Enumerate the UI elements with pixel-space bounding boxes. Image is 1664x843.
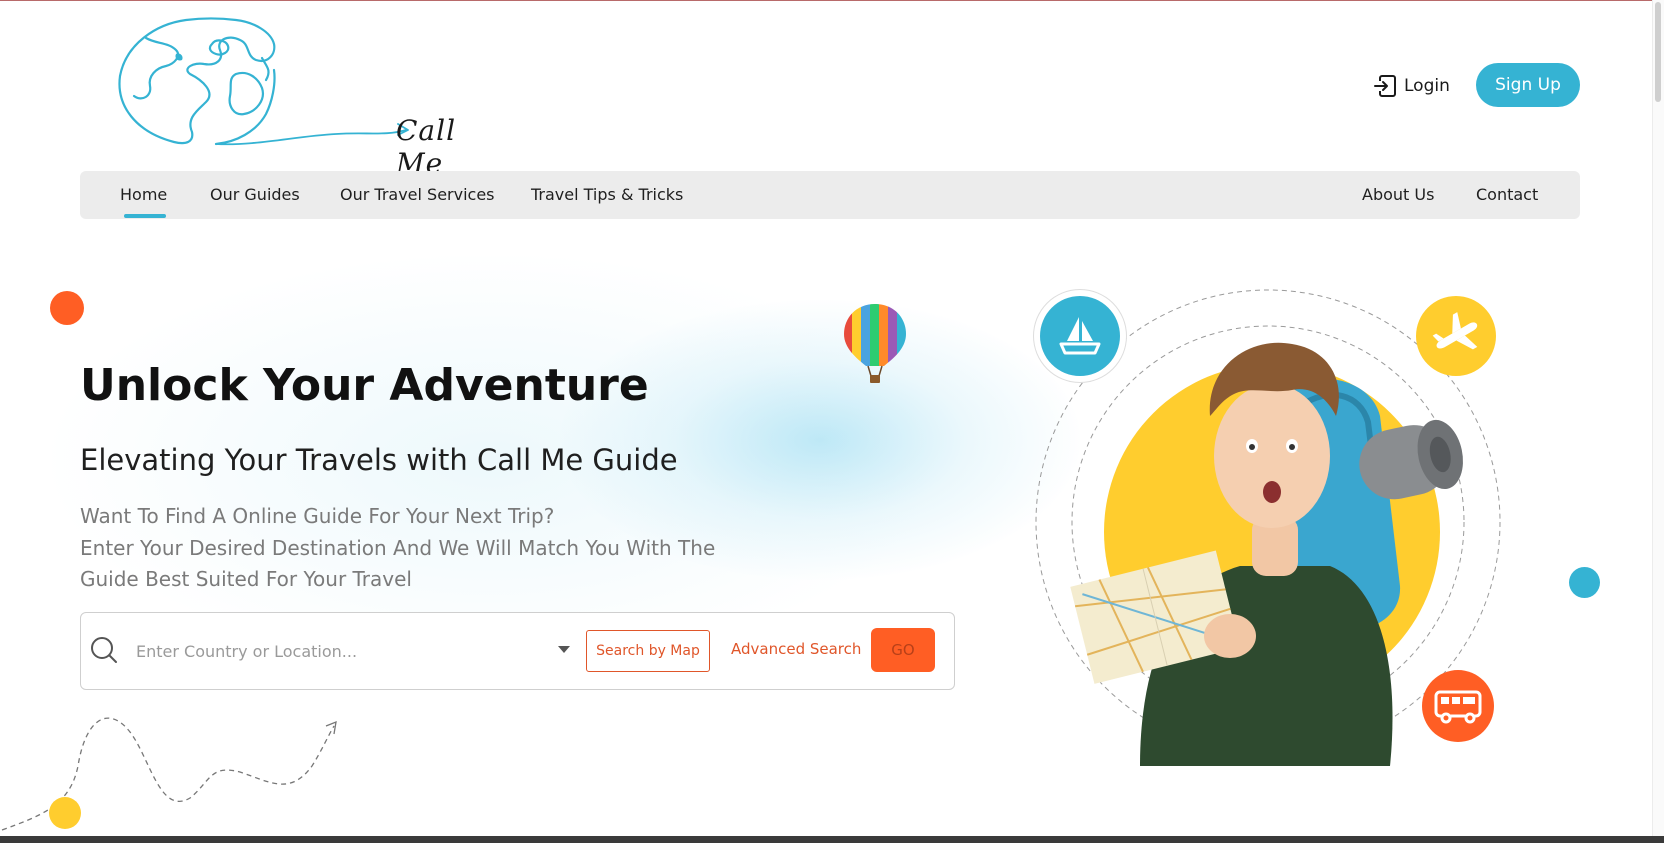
login-icon bbox=[1374, 75, 1396, 97]
login-button[interactable]: Login bbox=[1372, 70, 1450, 102]
location-search-input[interactable] bbox=[134, 630, 558, 672]
hero-title: Unlock Your Adventure bbox=[80, 360, 649, 411]
nav-item-our-guides[interactable]: Our Guides bbox=[210, 171, 300, 219]
hot-air-balloon-icon bbox=[844, 304, 906, 383]
airplane-icon bbox=[1416, 296, 1496, 376]
site-logo[interactable]: Call Me Guide bbox=[116, 14, 484, 213]
decor-yellow-dot bbox=[49, 797, 81, 829]
hero-description-line-1: Want To Find A Online Guide For Your Nex… bbox=[80, 504, 555, 528]
chevron-down-icon[interactable] bbox=[558, 646, 570, 653]
hero-description-line-2: Enter Your Desired Destination And We Wi… bbox=[80, 536, 716, 560]
vertical-scrollbar[interactable] bbox=[1652, 0, 1664, 836]
decor-blue-dot bbox=[1569, 567, 1600, 598]
hero-subtitle: Elevating Your Travels with Call Me Guid… bbox=[80, 443, 678, 477]
nav-item-about-us[interactable]: About Us bbox=[1362, 171, 1434, 219]
decor-orange-dot bbox=[50, 291, 84, 325]
active-nav-indicator bbox=[124, 214, 166, 218]
boat-icon bbox=[1040, 296, 1120, 376]
bus-icon bbox=[1422, 670, 1494, 742]
advanced-search-link[interactable]: Advanced Search bbox=[731, 640, 861, 658]
nav-item-travel-tips[interactable]: Travel Tips & Tricks bbox=[531, 171, 683, 219]
nav-item-our-travel-services[interactable]: Our Travel Services bbox=[340, 171, 495, 219]
hero-description-line-3: Guide Best Suited For Your Travel bbox=[80, 567, 412, 591]
scrollbar-thumb[interactable] bbox=[1655, 2, 1661, 102]
login-label: Login bbox=[1404, 76, 1450, 96]
globe-logo-icon bbox=[118, 17, 409, 146]
nav-item-home[interactable]: Home bbox=[120, 171, 167, 219]
next-section-edge bbox=[0, 836, 1664, 843]
main-navigation bbox=[80, 171, 1580, 219]
search-icon bbox=[91, 637, 117, 663]
top-border bbox=[0, 0, 1664, 1]
search-by-map-button[interactable]: Search by Map bbox=[586, 630, 710, 672]
signup-button[interactable]: Sign Up bbox=[1476, 63, 1580, 107]
nav-item-contact[interactable]: Contact bbox=[1476, 171, 1538, 219]
go-button[interactable]: GO bbox=[871, 628, 935, 672]
